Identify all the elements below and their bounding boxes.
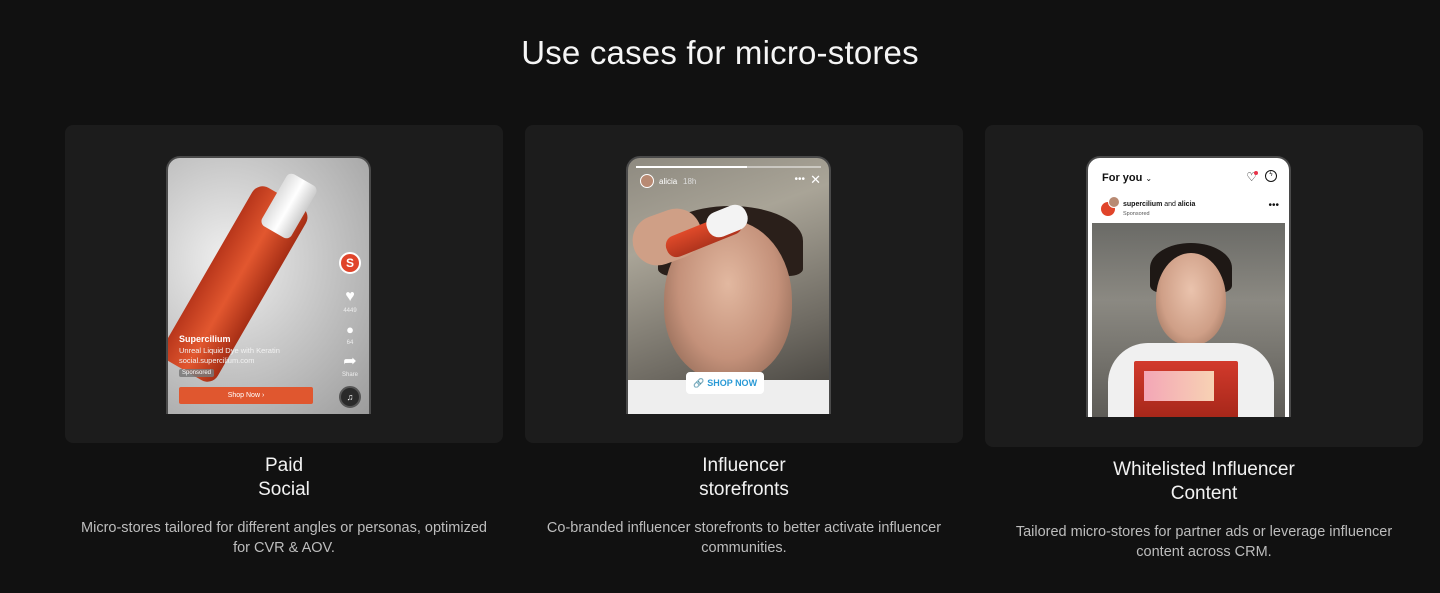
chevron-down-icon: ⌄ (1145, 174, 1153, 183)
link-icon: 🔗 (693, 377, 705, 388)
feed-title-label: For you (1102, 172, 1143, 184)
comment-count: 64 (346, 340, 354, 346)
feed-title[interactable]: For you ⌄ (1102, 172, 1152, 184)
close-icon[interactable]: ✕ (810, 172, 821, 188)
card-title: Whitelisted Influencer Content (985, 458, 1423, 506)
more-icon[interactable]: ••• (794, 174, 805, 185)
sponsored-label: Sponsored (1123, 211, 1150, 217)
shop-now-label: SHOP NOW (707, 378, 758, 388)
story-progress-bar (636, 166, 821, 168)
shop-now-button[interactable]: Shop Now › (179, 387, 313, 404)
post-photo[interactable] (1092, 223, 1285, 417)
ad-brand-name: Supercilium (179, 334, 231, 344)
share-label: Share (341, 372, 358, 378)
post-account-1[interactable]: supercilium (1123, 201, 1162, 208)
card-preview: alicia 18h ••• ✕ 🔗 SHOP NOW (525, 125, 963, 443)
story-username[interactable]: alicia (659, 177, 677, 186)
use-case-card-paid-social: S ♥ 4449 ● 64 ➦ Share ♫ Supercilium Unre… (65, 125, 503, 558)
phone-mockup-feed: For you ⌄ ♡ ϟ supercilium and alicia Spo… (1086, 156, 1291, 417)
use-case-card-whitelisted-content: For you ⌄ ♡ ϟ supercilium and alicia Spo… (985, 125, 1423, 562)
card-description: Tailored micro-stores for partner ads or… (1015, 524, 1393, 560)
card-title-line2: Content (1170, 483, 1238, 504)
phone-mockup-paid-social: S ♥ 4449 ● 64 ➦ Share ♫ Supercilium Unre… (166, 156, 371, 414)
avatar-influencer[interactable] (1108, 196, 1120, 208)
card-title-line1: Influencer (702, 455, 786, 476)
card-preview: S ♥ 4449 ● 64 ➦ Share ♫ Supercilium Unre… (65, 125, 503, 443)
messenger-icon[interactable]: ϟ (1265, 170, 1277, 182)
phone-mockup-story: alicia 18h ••• ✕ 🔗 SHOP NOW (626, 156, 831, 414)
more-icon[interactable]: ••• (1268, 200, 1279, 211)
post-account-2[interactable]: alicia (1178, 201, 1196, 208)
post-photo-face (1156, 253, 1226, 345)
card-preview: For you ⌄ ♡ ϟ supercilium and alicia Spo… (985, 125, 1423, 447)
use-case-card-influencer-storefronts: alicia 18h ••• ✕ 🔗 SHOP NOW Influencer s… (525, 125, 963, 558)
card-title-line2: storefronts (699, 479, 789, 500)
comment-icon[interactable]: ● (339, 318, 361, 340)
sponsored-badge: Sponsored (179, 369, 215, 377)
card-title: Paid Social (65, 454, 503, 502)
card-title-line2: Social (258, 479, 310, 500)
ad-product-name: Unreal Liquid Dye with Keratin (179, 346, 280, 355)
post-accounts: supercilium and alicia (1123, 201, 1195, 208)
card-title: Influencer storefronts (525, 454, 963, 502)
card-description: Co-branded influencer storefronts to bet… (546, 520, 942, 556)
music-disc-icon[interactable]: ♫ (339, 386, 361, 408)
ad-url: social.supercilium.com (179, 356, 255, 365)
post-photo-product-box (1134, 361, 1238, 417)
heart-icon[interactable]: ♥ (339, 286, 361, 308)
card-description: Micro-stores tailored for different angl… (81, 520, 487, 556)
card-title-line1: Whitelisted Influencer (1113, 459, 1295, 480)
share-icon[interactable]: ➦ (339, 350, 361, 372)
post-account-joiner: and (1164, 201, 1176, 208)
like-count: 4449 (343, 308, 357, 314)
shop-now-sticker-button[interactable]: 🔗 SHOP NOW (686, 372, 765, 394)
section-title: Use cases for micro-stores (521, 34, 919, 71)
avatar[interactable] (640, 174, 654, 188)
card-title-line1: Paid (264, 455, 304, 476)
brand-logo-icon[interactable]: S (339, 252, 361, 274)
story-timestamp: 18h (683, 177, 697, 186)
heart-icon[interactable]: ♡ (1246, 170, 1258, 184)
